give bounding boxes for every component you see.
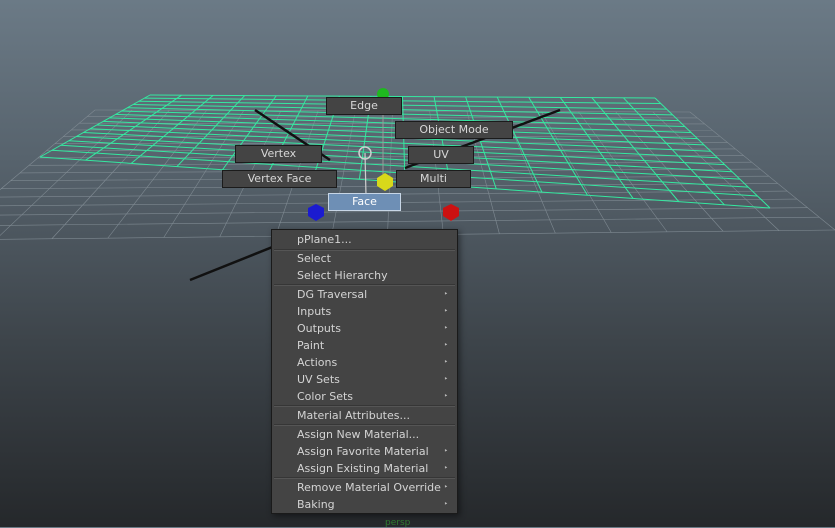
menu-item-label: Select Hierarchy	[297, 269, 388, 282]
submenu-arrow-icon: ‣	[444, 479, 448, 496]
submenu-arrow-icon: ‣	[444, 320, 448, 337]
menu-separator	[274, 284, 455, 286]
vertex-button[interactable]: Vertex	[235, 145, 322, 163]
grid-line	[616, 112, 724, 232]
menu-item[interactable]: Outputs ‣	[272, 320, 457, 337]
menu-item[interactable]: Actions ‣	[272, 354, 457, 371]
menu-item[interactable]: Color Sets ‣	[272, 388, 457, 405]
menu-item[interactable]: Select	[272, 250, 457, 267]
menu-separator	[274, 477, 455, 479]
multi-button[interactable]: Multi	[396, 170, 471, 188]
submenu-arrow-icon: ‣	[444, 337, 448, 354]
vertex-face-button[interactable]: Vertex Face	[222, 170, 337, 188]
menu-separator	[274, 405, 455, 407]
menu-item-label: Actions	[297, 356, 337, 369]
menu-item[interactable]: Select Hierarchy	[272, 267, 457, 284]
edge-button[interactable]: Edge	[326, 97, 402, 115]
menu-item[interactable]: Remove Material Override‣	[272, 479, 457, 496]
menu-item-label: Select	[297, 252, 331, 265]
submenu-arrow-icon: ‣	[444, 371, 448, 388]
menu-item[interactable]: Assign Existing Material ‣	[272, 460, 457, 477]
manipulator-handle-blue[interactable]	[308, 204, 324, 221]
menu-item[interactable]: Inputs ‣	[272, 303, 457, 320]
menu-item[interactable]: DG Traversal ‣	[272, 286, 457, 303]
menu-item-label: DG Traversal	[297, 288, 367, 301]
menu-item-label: Outputs	[297, 322, 341, 335]
menu-item-label: Material Attributes...	[297, 409, 410, 422]
submenu-arrow-icon: ‣	[444, 443, 448, 460]
menu-item[interactable]: Baking ‣	[272, 496, 457, 513]
grid-line	[0, 110, 95, 240]
menu-item[interactable]: Assign Favorite Material ‣	[272, 443, 457, 460]
uv-button[interactable]: UV	[408, 146, 474, 164]
manipulator-handle-red[interactable]	[443, 204, 459, 221]
menu-header-object[interactable]: pPlane1...	[272, 231, 457, 248]
menu-item-label: UV Sets	[297, 373, 340, 386]
menu-item-label: Color Sets	[297, 390, 353, 403]
submenu-arrow-icon: ‣	[444, 496, 448, 513]
context-menu: pPlane1... Select Select Hierarchy DG Trav…	[271, 229, 458, 514]
menu-item-label: Paint	[297, 339, 324, 352]
menu-item[interactable]: Assign New Material...	[272, 426, 457, 443]
menu-item[interactable]: Paint ‣	[272, 337, 457, 354]
grid-line	[388, 111, 393, 235]
menu-item-label: Assign Favorite Material	[297, 445, 429, 458]
menu-separator	[274, 424, 455, 426]
menu-item-label: Baking	[297, 498, 335, 511]
manipulator-handle-yellow[interactable]	[377, 173, 393, 191]
face-button[interactable]: Face	[328, 193, 401, 211]
submenu-arrow-icon: ‣	[444, 388, 448, 405]
grid-line	[0, 208, 808, 216]
menu-item-label: Remove Material Override	[297, 481, 441, 494]
submenu-arrow-icon: ‣	[444, 303, 448, 320]
submenu-arrow-icon: ‣	[444, 460, 448, 477]
menu-item[interactable]: UV Sets ‣	[272, 371, 457, 388]
object-mode-button[interactable]: Object Mode	[395, 121, 513, 139]
menu-item[interactable]: Material Attributes...	[272, 407, 457, 424]
menu-item-label: Assign New Material...	[297, 428, 419, 441]
menu-item-label: Inputs	[297, 305, 331, 318]
menu-item-label: Assign Existing Material	[297, 462, 428, 475]
submenu-arrow-icon: ‣	[444, 354, 448, 371]
submenu-arrow-icon: ‣	[444, 286, 448, 303]
